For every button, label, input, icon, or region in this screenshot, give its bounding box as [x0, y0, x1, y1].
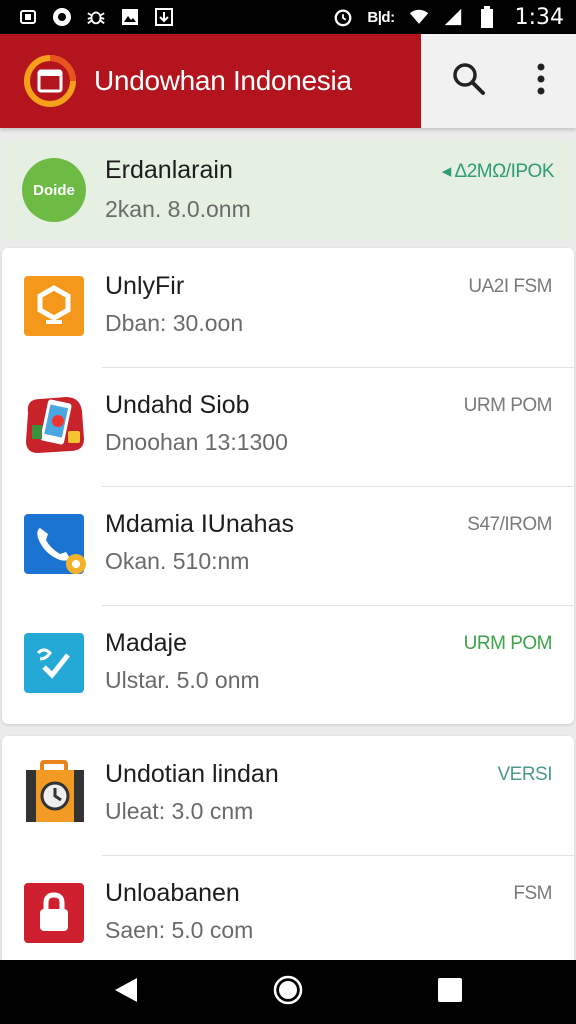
carrier-text: B|d:: [367, 8, 395, 26]
more-options-button[interactable]: [506, 34, 576, 128]
app-bar-title-area: Undowhan Indonesia: [0, 34, 421, 128]
item-subtitle: Saen: 5.0 com: [105, 917, 254, 943]
item-subtitle: Dnoohan 13:1300: [105, 429, 288, 455]
cyan-check-icon: [22, 631, 86, 695]
list-item[interactable]: Madaje Ulstar. 5.0 onm URM POM: [2, 605, 574, 725]
home-button[interactable]: [248, 960, 328, 1024]
item-name: UnlyFir: [105, 272, 185, 300]
orange-hexagon-icon: [22, 274, 86, 338]
list-item[interactable]: Undahd Siob Dnoohan 13:1300 URM POM: [2, 367, 574, 487]
red-phone-app-icon: [22, 391, 86, 455]
more-vert-icon: [536, 62, 546, 101]
item-name: Madaje: [105, 629, 187, 657]
back-button[interactable]: [86, 960, 166, 1024]
app-card: UnlyFir Dban: 30.oon UA2I FSM Undahd Sio…: [2, 248, 574, 724]
app-card: Undotian lindan Uleat: 3.0 cnm VERSI Unl…: [2, 736, 574, 960]
bug-icon: [86, 7, 106, 27]
circle-notification-icon: [52, 7, 72, 27]
avatar-text: Doide: [33, 181, 75, 199]
item-name: Unloabanen: [105, 879, 240, 907]
item-subtitle: Ulstar. 5.0 onm: [105, 667, 260, 693]
item-name: Undahd Siob: [105, 391, 250, 419]
item-tag: URM POM: [463, 395, 553, 416]
item-name: Mdamia IUnahas: [105, 510, 294, 538]
list-item[interactable]: Undotian lindan Uleat: 3.0 cnm VERSI: [2, 736, 574, 856]
battery-icon: [477, 6, 497, 28]
item-name: Undotian lindan: [105, 760, 279, 788]
clock: 1:34: [514, 4, 564, 30]
list-item[interactable]: Unloabanen Saen: 5.0 com FSM: [2, 855, 574, 960]
signal-icon: [443, 7, 463, 27]
screenshot-icon: [18, 7, 38, 27]
app-title: Undowhan Indonesia: [94, 65, 352, 96]
item-tag: VERSI: [497, 764, 552, 785]
item-tag: S47/IROM: [467, 514, 552, 535]
item-subtitle: 2kan. 8.0.onm: [105, 196, 251, 222]
blue-phone-icon: [22, 512, 86, 576]
navigation-bar: [0, 960, 576, 1024]
app-bar: Undowhan Indonesia: [0, 34, 576, 128]
image-icon: [120, 7, 140, 27]
status-bar: B|d: 1:34: [0, 0, 576, 34]
recents-icon: [437, 977, 463, 1008]
back-icon: [113, 976, 139, 1009]
red-lock-icon: [22, 881, 86, 945]
list-item[interactable]: Mdamia IUnahas Okan. 510:nm S47/IROM: [2, 486, 574, 606]
alarm-icon: [333, 7, 353, 27]
list-item[interactable]: UnlyFir Dban: 30.oon UA2I FSM: [2, 248, 574, 368]
search-button[interactable]: [434, 34, 504, 128]
home-icon: [273, 975, 303, 1010]
item-subtitle: Uleat: 3.0 cnm: [105, 798, 254, 824]
item-tag: UA2I FSM: [468, 276, 552, 297]
highlighted-list-item[interactable]: Doide Erdanlarain 2kan. 8.0.onm ◂ Δ2MΩ/I…: [2, 140, 574, 240]
item-subtitle: Dban: 30.oon: [105, 310, 244, 336]
avatar: Doide: [22, 158, 86, 222]
item-name: Erdanlarain: [105, 156, 233, 184]
item-tag: FSM: [513, 883, 552, 904]
search-icon: [452, 62, 486, 101]
item-tag: URM POM: [463, 633, 553, 654]
wifi-icon: [409, 7, 429, 27]
app-logo-icon: [24, 55, 76, 107]
item-subtitle: Okan. 510:nm: [105, 548, 250, 574]
download-icon: [154, 7, 174, 27]
item-tag: ◂ Δ2MΩ/IPOK: [441, 161, 555, 182]
recents-button[interactable]: [410, 960, 490, 1024]
app-list: Doide Erdanlarain 2kan. 8.0.onm ◂ Δ2MΩ/I…: [0, 128, 576, 960]
orange-suitcase-icon: [22, 760, 86, 824]
